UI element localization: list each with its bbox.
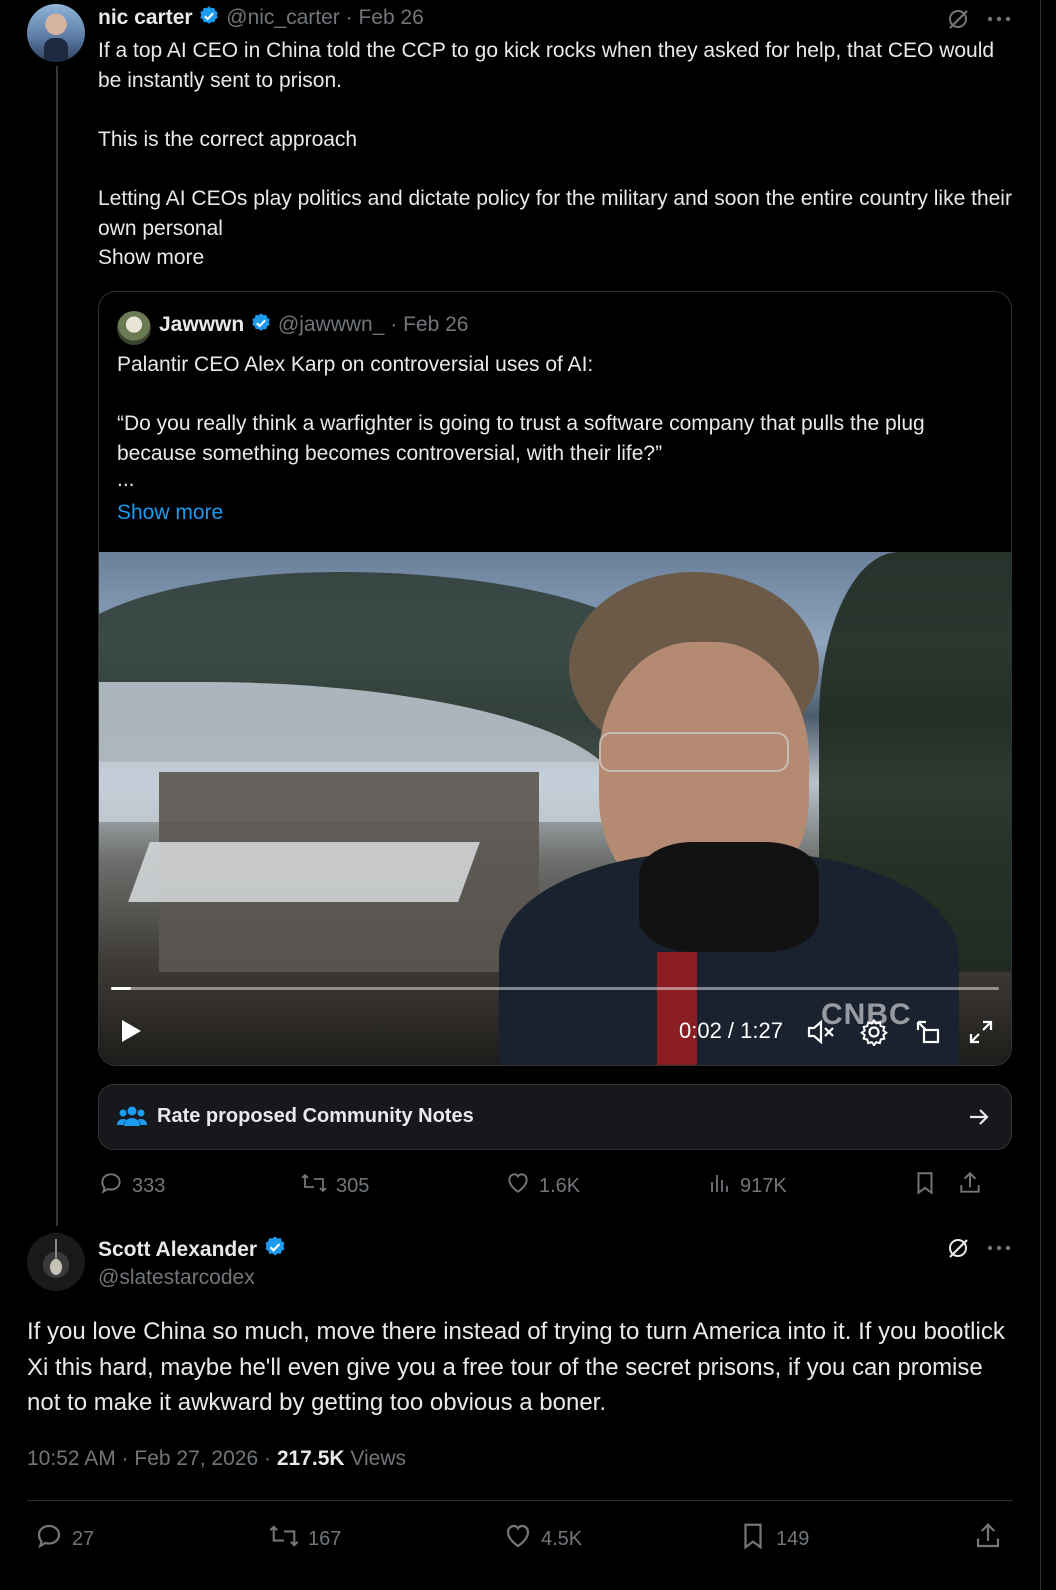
heart-icon xyxy=(505,1170,531,1202)
quote-author-name[interactable]: Jawwwn xyxy=(159,313,244,336)
views-count: 917K xyxy=(740,1174,787,1197)
community-notes-label: Rate proposed Community Notes xyxy=(157,1105,474,1127)
tweet2-views-count: 217.5K xyxy=(276,1447,345,1470)
show-more-link[interactable]: Show more xyxy=(98,243,1018,273)
tweet1-date[interactable]: · Feb 26 xyxy=(346,6,424,29)
jawwwn-avatar[interactable] xyxy=(117,311,151,345)
tweet1-author-name[interactable]: nic carter xyxy=(98,6,193,29)
reply-count: 27 xyxy=(72,1527,95,1550)
views-icon xyxy=(708,1170,732,1202)
verified-badge-icon xyxy=(198,5,220,33)
nic-carter-avatar[interactable] xyxy=(27,4,85,62)
video-person-scarf xyxy=(639,842,819,952)
share-icon xyxy=(957,1170,983,1202)
quote-header: Jawwwn @jawwwn_ · Feb 26 xyxy=(159,312,468,340)
picture-in-picture-icon[interactable] xyxy=(910,1014,946,1050)
tweet2-handle[interactable]: @slatestarcodex xyxy=(98,1266,255,1290)
reply-count: 333 xyxy=(132,1174,166,1197)
quoted-tweet[interactable]: Jawwwn @jawwwn_ · Feb 26 Palantir CEO Al… xyxy=(98,291,1012,1066)
repost-count: 305 xyxy=(336,1174,370,1197)
tweet2-timestamp[interactable]: 10:52 AM · Feb 27, 2026 · xyxy=(27,1447,277,1470)
video-player[interactable]: 0:02 / 1:27 CNBC xyxy=(99,552,1011,1065)
play-icon[interactable] xyxy=(115,1015,147,1047)
views-button[interactable]: 917K xyxy=(708,1170,787,1202)
tweet2-author: Scott Alexander xyxy=(98,1235,287,1265)
reply-icon xyxy=(98,1170,124,1202)
people-icon xyxy=(117,1104,147,1135)
like-button[interactable]: 1.6K xyxy=(505,1170,580,1202)
like-button[interactable]: 4.5K xyxy=(503,1521,582,1557)
like-count: 4.5K xyxy=(541,1527,583,1550)
scott-alexander-avatar[interactable] xyxy=(27,1233,85,1291)
reply-icon xyxy=(34,1521,64,1557)
video-person-tie xyxy=(657,952,697,1065)
video-progress-fill xyxy=(111,987,132,990)
fullscreen-icon[interactable] xyxy=(963,1014,999,1050)
verified-badge-icon xyxy=(250,312,272,340)
grok-icon[interactable] xyxy=(944,5,972,33)
more-options-icon[interactable] xyxy=(985,5,1013,33)
tweet1-paragraph: If a top AI CEO in China told the CCP to… xyxy=(98,39,995,92)
tweet1-handle[interactable]: @nic_carter xyxy=(226,6,340,29)
tweet2-views-label: Views xyxy=(350,1447,407,1470)
thread-line xyxy=(56,66,58,1226)
mute-icon[interactable] xyxy=(803,1015,839,1049)
quote-paragraph: Palantir CEO Alex Karp on controversial … xyxy=(117,353,594,376)
bookmark-button[interactable] xyxy=(912,1170,938,1202)
video-person-glasses xyxy=(599,732,789,772)
like-count: 1.6K xyxy=(539,1174,581,1197)
heart-icon xyxy=(503,1521,533,1557)
arrow-right-icon xyxy=(967,1105,991,1134)
video-progress-bar[interactable] xyxy=(111,987,999,990)
tweet1-header: nic carter @nic_carter · Feb 26 xyxy=(98,5,424,33)
reply-button[interactable]: 27 xyxy=(34,1521,94,1557)
repost-button[interactable]: 305 xyxy=(300,1170,369,1202)
tweet2-meta: 10:52 AM · Feb 27, 2026 · 217.5K Views xyxy=(27,1447,406,1471)
tweet1-paragraph: Letting AI CEOs play politics and dictat… xyxy=(98,187,1012,240)
grok-icon[interactable] xyxy=(944,1234,972,1262)
video-timestamp: 0:02 / 1:27 xyxy=(679,1018,783,1043)
quote-date[interactable]: · Feb 26 xyxy=(390,313,468,336)
repost-icon xyxy=(300,1170,328,1202)
repost-count: 167 xyxy=(308,1527,342,1550)
quote-show-more-link[interactable]: Show more xyxy=(117,498,997,528)
tweet2-body: If you love China so much, move there in… xyxy=(27,1318,1005,1416)
repost-icon xyxy=(268,1521,300,1557)
settings-icon[interactable] xyxy=(856,1014,892,1050)
community-notes-bar[interactable]: Rate proposed Community Notes xyxy=(98,1084,1012,1150)
bookmark-icon xyxy=(738,1521,768,1557)
tweet2-author-name[interactable]: Scott Alexander xyxy=(98,1238,257,1261)
share-button[interactable] xyxy=(957,1170,983,1202)
verified-badge-icon xyxy=(263,1235,287,1265)
share-icon xyxy=(973,1521,1003,1557)
bookmark-button[interactable]: 149 xyxy=(738,1521,809,1557)
share-button[interactable] xyxy=(973,1521,1003,1557)
bookmark-icon xyxy=(912,1170,938,1202)
quote-paragraph: “Do you really think a warfighter is goi… xyxy=(117,412,925,465)
app-frame: nic carter @nic_carter · Feb 26 If a top… xyxy=(0,0,1041,1590)
bookmark-count: 149 xyxy=(776,1527,810,1550)
divider xyxy=(27,1500,1013,1501)
tweet1-paragraph: This is the correct approach xyxy=(98,128,358,151)
quote-paragraph: ... xyxy=(117,468,135,491)
quote-handle[interactable]: @jawwwn_ xyxy=(278,313,385,336)
repost-button[interactable]: 167 xyxy=(268,1521,341,1557)
video-roof xyxy=(128,842,480,902)
reply-button[interactable]: 333 xyxy=(98,1170,165,1202)
more-options-icon[interactable] xyxy=(985,1234,1013,1262)
